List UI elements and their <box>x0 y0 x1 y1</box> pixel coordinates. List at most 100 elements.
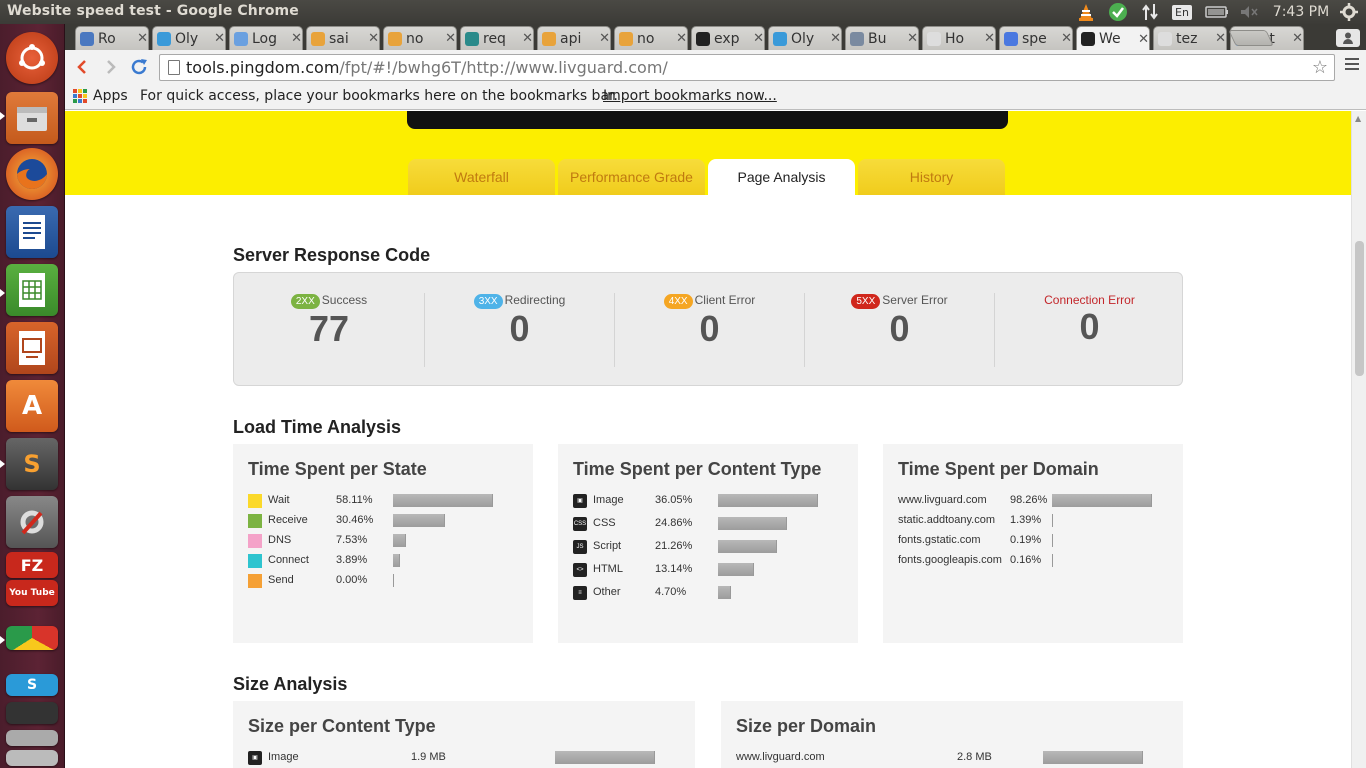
workspace-switcher-icon[interactable] <box>6 750 58 766</box>
browser-tab[interactable]: Ro ✕ <box>75 26 149 50</box>
tab-history[interactable]: History <box>858 159 1005 195</box>
tab-close-icon[interactable]: ✕ <box>907 31 918 46</box>
chrome-menu-icon[interactable] <box>1345 58 1359 73</box>
libreoffice-impress-icon[interactable] <box>6 322 58 374</box>
clock[interactable]: 7:43 PM <box>1268 2 1334 22</box>
content-type-percent: 13.14% <box>655 563 693 575</box>
libreoffice-calc-icon[interactable] <box>6 264 58 316</box>
domain-bar <box>1052 494 1152 507</box>
tab-close-icon[interactable]: ✕ <box>522 31 533 46</box>
browser-tab[interactable]: Oly ✕ <box>768 26 842 50</box>
session-gear-icon[interactable] <box>1338 2 1360 22</box>
tab-close-icon[interactable]: ✕ <box>137 31 148 46</box>
update-check-icon[interactable] <box>1107 2 1129 22</box>
css-icon: CSS <box>573 517 587 531</box>
bookmark-star-icon[interactable]: ☆ <box>1312 57 1328 78</box>
state-percent: 0.00% <box>336 574 368 586</box>
tab-close-icon[interactable]: ✕ <box>1292 31 1303 46</box>
tab-close-icon[interactable]: ✕ <box>676 31 687 46</box>
tab-favicon-icon <box>234 31 248 46</box>
browser-tab[interactable]: We ✕ <box>1076 26 1150 51</box>
tab-favicon-icon <box>542 31 556 46</box>
tab-performance-grade[interactable]: Performance Grade <box>558 159 705 195</box>
battery-icon[interactable] <box>1204 2 1230 22</box>
reload-button[interactable] <box>128 56 150 78</box>
page-scrollbar[interactable]: ▲ <box>1351 111 1366 768</box>
tab-close-icon[interactable]: ✕ <box>830 31 841 46</box>
chrome-icon[interactable] <box>6 626 58 650</box>
browser-tab[interactable]: Oly ✕ <box>152 26 226 50</box>
import-bookmarks-link[interactable]: Import bookmarks now... <box>603 88 777 104</box>
card-title: Size per Content Type <box>248 716 436 736</box>
domain-percent: 1.39% <box>1010 514 1042 526</box>
ubuntu-dash-icon[interactable] <box>6 32 58 84</box>
response-col-2xx: 2XX Success 77 <box>234 293 424 367</box>
scroll-up-arrow[interactable]: ▲ <box>1355 114 1361 123</box>
new-tab-button[interactable] <box>1228 30 1274 46</box>
tab-close-icon[interactable]: ✕ <box>599 31 610 46</box>
browser-tab[interactable]: req ✕ <box>460 26 534 50</box>
browser-tab[interactable]: sai ✕ <box>306 26 380 50</box>
tab-close-icon[interactable]: ✕ <box>1215 31 1226 46</box>
domain-percent: 0.16% <box>1010 554 1042 566</box>
address-bar[interactable]: tools.pingdom.com/fpt/#!/bwhg6T/http://w… <box>159 54 1335 81</box>
domain-label: fonts.googleapis.com <box>898 554 1002 566</box>
filezilla-icon[interactable]: FZ <box>6 552 58 578</box>
network-transfer-icon[interactable] <box>1140 2 1160 22</box>
browser-tab[interactable]: no ✕ <box>383 26 457 50</box>
sublime-text-icon[interactable]: S <box>6 438 58 490</box>
size-domain-row: www.livguard.com 2.8 MB <box>736 750 1166 766</box>
tab-close-icon[interactable]: ✕ <box>984 31 995 46</box>
tab-close-icon[interactable]: ✕ <box>214 31 225 46</box>
domain-row: www.livguard.com 98.26% <box>898 493 1168 509</box>
trash-icon[interactable] <box>6 730 58 746</box>
keyboard-language-indicator[interactable]: En <box>1172 2 1192 22</box>
tab-close-icon[interactable]: ✕ <box>291 31 302 46</box>
tab-page-analysis[interactable]: Page Analysis <box>708 159 855 195</box>
content-type-bar <box>718 517 787 530</box>
content-type-row: ▣ Image 36.05% <box>573 493 843 509</box>
youtube-icon[interactable]: You Tube <box>6 580 58 606</box>
libreoffice-writer-icon[interactable] <box>6 206 58 258</box>
volume-muted-icon[interactable] <box>1238 2 1260 22</box>
skype-icon[interactable]: S <box>6 674 58 696</box>
tab-title: spe <box>1022 30 1047 47</box>
terminal-icon[interactable] <box>6 702 58 724</box>
tab-close-icon[interactable]: ✕ <box>368 31 379 46</box>
browser-tab[interactable]: no ✕ <box>614 26 688 50</box>
card-title: Size per Domain <box>736 716 877 736</box>
state-bar <box>393 494 493 507</box>
tab-close-icon[interactable]: ✕ <box>445 31 456 46</box>
browser-tab[interactable]: api ✕ <box>537 26 611 50</box>
files-icon[interactable] <box>6 92 58 144</box>
apps-link[interactable]: Apps <box>93 88 128 104</box>
forward-button[interactable] <box>100 56 122 78</box>
url-text[interactable]: tools.pingdom.com/fpt/#!/bwhg6T/http://w… <box>186 58 668 77</box>
domain-label: fonts.gstatic.com <box>898 534 981 546</box>
browser-tab[interactable]: exp ✕ <box>691 26 765 50</box>
browser-tab[interactable]: Log ✕ <box>229 26 303 50</box>
card-title: Time Spent per State <box>248 459 427 479</box>
browser-tab[interactable]: Bu ✕ <box>845 26 919 50</box>
browser-tab[interactable]: Ho ✕ <box>922 26 996 50</box>
apps-grid-icon[interactable] <box>73 89 87 103</box>
tab-close-icon[interactable]: ✕ <box>753 31 764 46</box>
tab-close-icon[interactable]: ✕ <box>1061 31 1072 46</box>
tab-close-icon[interactable]: ✕ <box>1138 32 1149 47</box>
scroll-thumb[interactable] <box>1355 241 1364 376</box>
running-indicator <box>0 112 5 120</box>
domain-row: fonts.gstatic.com 0.19% <box>898 533 1168 549</box>
content-type-label: HTML <box>593 563 623 575</box>
browser-tab[interactable]: tez ✕ <box>1153 26 1227 50</box>
content-type-row: CSS CSS 24.86% <box>573 516 843 532</box>
system-settings-icon[interactable] <box>6 496 58 548</box>
browser-tab[interactable]: spe ✕ <box>999 26 1073 50</box>
software-center-icon[interactable]: A <box>6 380 58 432</box>
back-button[interactable] <box>71 56 93 78</box>
profile-button[interactable] <box>1336 29 1360 47</box>
tab-waterfall[interactable]: Waterfall <box>408 159 555 195</box>
firefox-icon[interactable] <box>6 148 58 200</box>
legend-swatch <box>248 494 262 508</box>
vlc-cone-icon[interactable] <box>1076 2 1096 22</box>
response-col-4xx: 4XX Client Error 0 <box>614 293 804 367</box>
